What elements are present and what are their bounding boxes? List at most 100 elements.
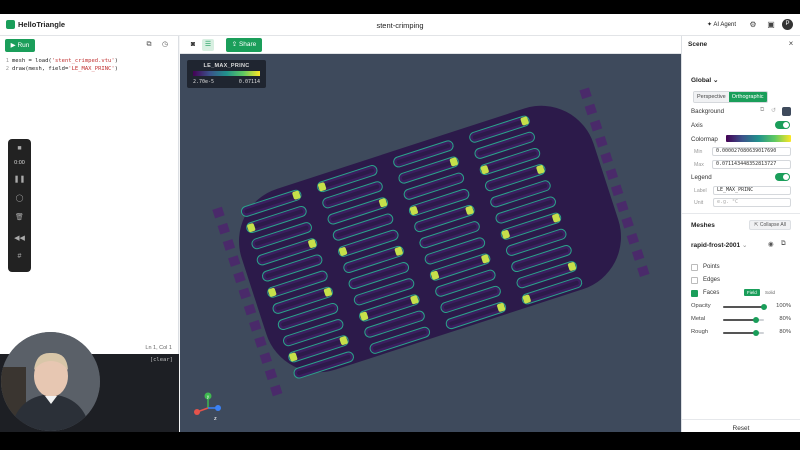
rough-value: 80% [779, 329, 791, 335]
webcam-overlay [1, 332, 100, 431]
colorbar-title: LE_MAX_PRINC [203, 63, 250, 69]
gear-icon[interactable]: ⚙ [748, 20, 758, 30]
edges-checkbox[interactable] [691, 277, 698, 284]
metal-slider[interactable] [723, 317, 764, 323]
strut-crown [584, 103, 597, 116]
slider-knob[interactable] [761, 304, 767, 310]
slider-knob[interactable] [752, 330, 759, 336]
min-field[interactable]: 0.000027080639017690 [712, 147, 791, 156]
ai-agent-button[interactable]: ✦ AI Agent [707, 21, 736, 28]
edges-label: Edges [703, 277, 721, 283]
colormap-picker[interactable] [726, 135, 791, 142]
strut-crown [610, 184, 624, 197]
code-line: 2 draw(mesh, field= 'LE_MAX_PRINC') [0, 65, 179, 73]
stop-icon[interactable]: ■ [8, 145, 31, 152]
background-label: Background [691, 108, 725, 115]
global-label: Global [691, 77, 712, 84]
code-area[interactable]: 1 mesh = load('stent_crimped.vtu') 2 draw(… [0, 57, 179, 73]
solid-mode-button[interactable]: Solid [762, 289, 778, 296]
chevron-down-icon: ⌄ [741, 242, 748, 249]
orthographic-button[interactable]: Orthographic [728, 92, 767, 102]
legend-field-label: Label [694, 188, 707, 194]
scene-panel: Scene × Global ⌄ Perspective Orthographi… [681, 36, 800, 432]
meshes-header: Meshes [691, 222, 715, 229]
camera-icon[interactable]: ◙ [187, 39, 199, 51]
field-mode-button[interactable]: Field [744, 289, 760, 296]
max-label: Max [694, 162, 704, 168]
strut-crown [589, 119, 603, 132]
points-checkbox[interactable] [691, 264, 698, 271]
x-axis-marker [194, 409, 200, 415]
top-bar: HelloTriangle stent-crimping ✦ AI Agent … [0, 14, 800, 36]
collapse-all-label: Collapse All [759, 222, 786, 228]
media-time: 0:00 [14, 160, 25, 166]
grid-icon[interactable]: # [8, 253, 31, 260]
run-label: Run [17, 42, 30, 49]
copy-icon[interactable]: ⧉ [760, 107, 764, 114]
ai-agent-label: AI Agent [713, 22, 736, 28]
clear-console-button[interactable]: [clear] [150, 357, 173, 363]
mesh-item[interactable]: rapid-frost-2001 ⌄ [691, 241, 747, 249]
document-title: stent-crimping [376, 21, 424, 30]
colorbar-legend: LE_MAX_PRINC 2.70e-5 0.07114 [187, 60, 266, 88]
axis-toggle[interactable] [775, 121, 790, 129]
reset-button[interactable]: Reset [682, 425, 800, 432]
reset-icon[interactable]: ↺ [771, 107, 776, 114]
collapse-all-button[interactable]: ⇱ Collapse All [749, 220, 791, 230]
share-label: Share [238, 41, 257, 48]
code-text: ) [114, 66, 118, 72]
background-color-swatch[interactable] [782, 107, 791, 116]
eye-icon[interactable]: ◉ [768, 240, 774, 248]
code-string: 'LE_MAX_PRINC' [68, 66, 115, 72]
opacity-label: Opacity [691, 303, 711, 309]
global-section-header[interactable]: Global ⌄ [691, 76, 719, 84]
points-label: Points [703, 264, 720, 270]
strut-crown [228, 255, 241, 267]
volume-icon[interactable]: ◀◀ [8, 234, 31, 242]
axis-gizmo: y z [194, 392, 221, 422]
strut-crown [270, 384, 283, 397]
record-icon[interactable]: ◯ [8, 194, 31, 202]
run-button[interactable]: ▶ Run [5, 39, 35, 52]
stent-mesh-render[interactable] [180, 54, 681, 432]
close-icon[interactable]: × [786, 39, 796, 49]
strut-crown [626, 232, 640, 245]
trash-icon[interactable]: 🗑 [8, 213, 31, 221]
strut-crown [217, 222, 230, 235]
strut-crown [600, 152, 613, 164]
app-window: HelloTriangle stent-crimping ✦ AI Agent … [0, 14, 800, 432]
colormap-label: Colormap [691, 136, 718, 143]
strut-crown [249, 319, 262, 332]
viewport-toolbar: ◙ ☰ ⇪ Share [180, 36, 681, 54]
rough-slider[interactable] [723, 330, 764, 336]
legend-label-field[interactable]: LE_MAX_PRINC [713, 186, 791, 195]
strut-crown [595, 135, 608, 148]
opacity-value: 100% [776, 303, 791, 309]
pause-icon[interactable]: ❚❚ [8, 175, 31, 183]
3d-viewport[interactable]: LE_MAX_PRINC 2.70e-5 0.07114 y z [180, 54, 681, 432]
avatar[interactable]: P [782, 19, 793, 30]
opacity-slider[interactable] [723, 304, 767, 310]
colorbar-min: 2.70e-5 [193, 79, 215, 85]
legend-toggle[interactable] [775, 173, 790, 181]
perspective-button[interactable]: Perspective [694, 92, 729, 102]
legend-label: Legend [691, 174, 712, 181]
viewport-panel: ◙ ☰ ⇪ Share LE_MAX_PRINC 2.70e-5 0.07114… [180, 36, 681, 432]
max-field[interactable]: 0.071143448352813727 [712, 160, 791, 169]
line-number: 1 [5, 58, 9, 64]
faces-checkbox[interactable] [691, 290, 698, 297]
strut-crown [264, 368, 278, 381]
min-label: Min [694, 149, 703, 155]
list-icon[interactable]: ☰ [202, 39, 214, 51]
strut-crown [579, 87, 592, 100]
divider [682, 213, 800, 214]
slider-knob[interactable] [752, 317, 759, 323]
history-icon[interactable]: ◷ [160, 40, 170, 50]
faces-mode-toggle: Field Solid [744, 289, 792, 298]
unit-field[interactable]: e.g. °C [713, 198, 791, 207]
code-text: draw(mesh, field= [12, 66, 69, 72]
copy-icon[interactable]: ⧉ [144, 40, 154, 50]
layout-icon[interactable]: ▣ [766, 20, 776, 30]
copy-icon[interactable]: ⧉ [781, 240, 786, 248]
share-button[interactable]: ⇪ Share [226, 38, 262, 52]
